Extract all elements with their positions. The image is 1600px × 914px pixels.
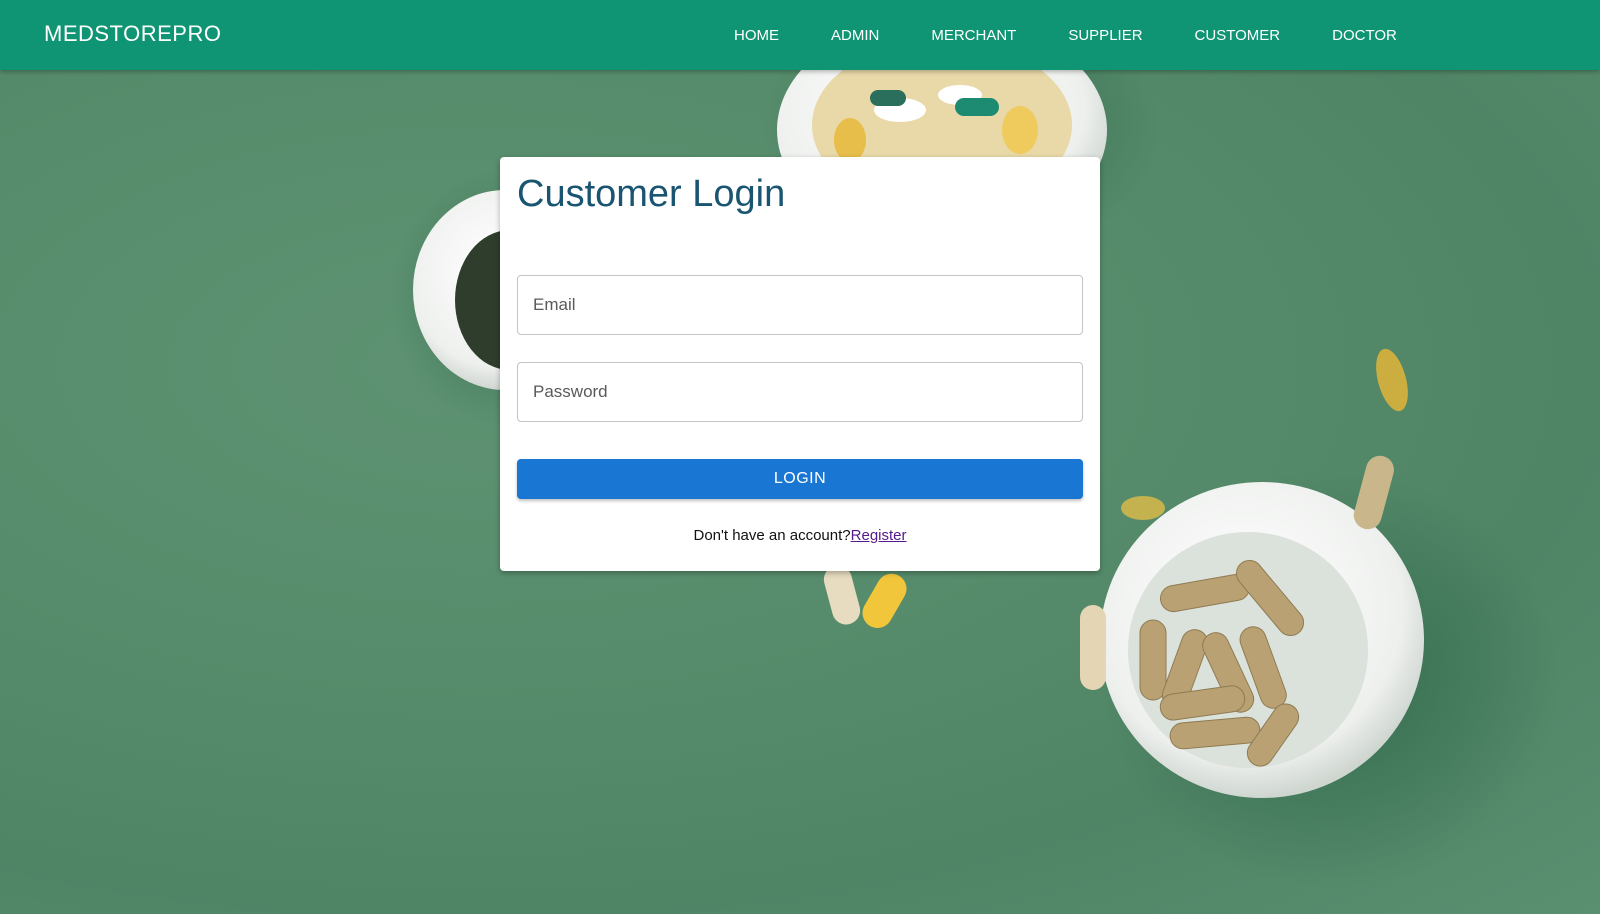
nav-link-doctor[interactable]: DOCTOR [1332, 17, 1397, 54]
page: MEDSTOREPRO HOME ADMIN MERCHANT SUPPLIER… [0, 0, 1600, 914]
nav-link-supplier[interactable]: SUPPLIER [1068, 17, 1142, 54]
top-navbar: MEDSTOREPRO HOME ADMIN MERCHANT SUPPLIER… [0, 0, 1600, 70]
login-card: Customer Login LOGIN Don't have an accou… [500, 157, 1100, 571]
nav-link-customer[interactable]: CUSTOMER [1195, 17, 1281, 54]
register-row: Don't have an account?Register [500, 527, 1100, 544]
password-field[interactable] [517, 362, 1083, 422]
register-link[interactable]: Register [851, 527, 907, 544]
login-button[interactable]: LOGIN [517, 459, 1083, 499]
nav-links: HOME ADMIN MERCHANT SUPPLIER CUSTOMER DO… [708, 0, 1423, 70]
brand-logo[interactable]: MEDSTOREPRO [44, 21, 221, 47]
page-title: Customer Login [517, 173, 786, 215]
nav-link-home[interactable]: HOME [734, 17, 779, 54]
nav-link-admin[interactable]: ADMIN [831, 17, 879, 54]
email-field[interactable] [517, 275, 1083, 335]
nav-link-merchant[interactable]: MERCHANT [931, 17, 1016, 54]
register-prompt: Don't have an account? [693, 527, 851, 544]
